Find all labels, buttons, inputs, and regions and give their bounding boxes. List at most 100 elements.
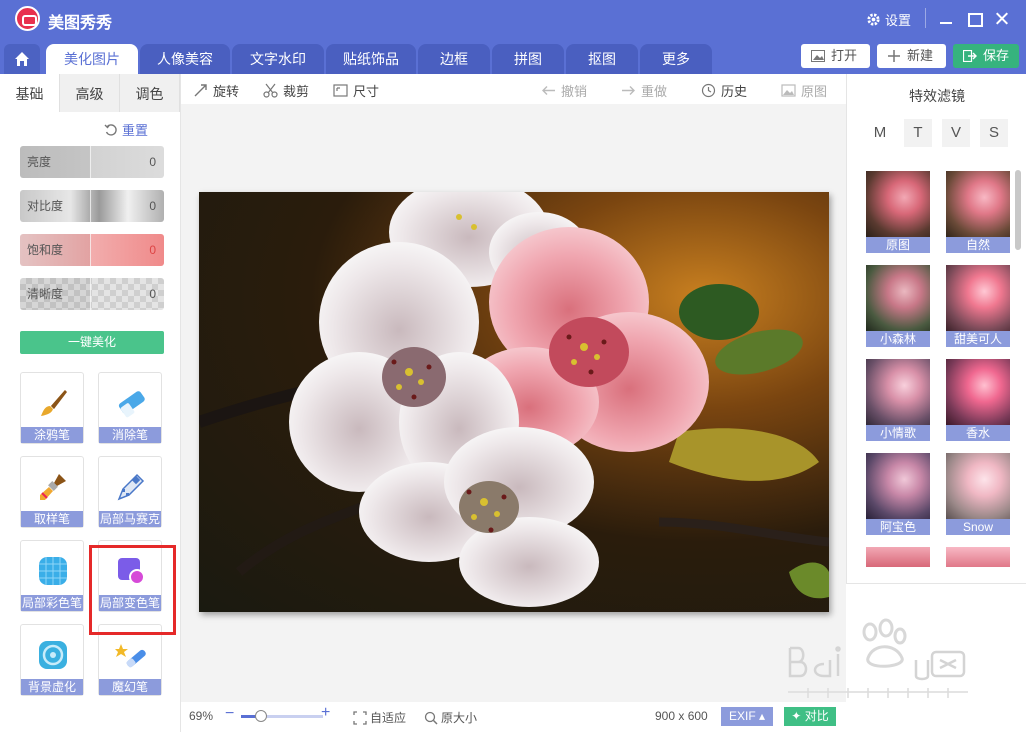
zoom-in-button[interactable]: + (321, 704, 330, 722)
scissors-icon (263, 83, 278, 98)
image-dimensions: 900 x 600 (655, 709, 708, 723)
saturation-label: 饱和度 (20, 234, 91, 266)
tab-beautify[interactable]: 美化图片 (46, 44, 138, 74)
tool-background-blur[interactable]: 背景虚化 (20, 624, 84, 696)
filter-sweet[interactable]: 甜美可人 (946, 265, 1010, 347)
history-button[interactable]: 历史 (701, 81, 747, 100)
gear-icon (867, 13, 880, 26)
close-button[interactable] (991, 8, 1013, 30)
tool-color-change-pen[interactable]: 局部变色笔 (98, 540, 162, 612)
tab-collage[interactable]: 拼图 (492, 44, 564, 74)
fit-label: 自适应 (370, 711, 407, 725)
filter-category-m[interactable]: M (866, 119, 894, 147)
exif-button[interactable]: EXIF ▴ (721, 707, 773, 726)
tool-brush[interactable]: 涂鸦笔 (20, 372, 84, 444)
one-key-beautify-button[interactable]: 一键美化 (20, 331, 164, 354)
filter-panel: 特效滤镜 M T V S 原图 自然 小森林 甜美可人 小情歌 香水 阿宝色 S… (846, 74, 1026, 584)
image-icon (781, 84, 796, 97)
open-button[interactable]: 打开 (801, 44, 870, 68)
contrast-label: 对比度 (20, 190, 91, 222)
undo-button[interactable]: 撤销 (541, 81, 587, 100)
tab-portrait[interactable]: 人像美容 (140, 44, 230, 74)
rotate-label: 旋转 (213, 84, 240, 99)
background-blur-icon (39, 641, 67, 669)
tab-more[interactable]: 更多 (640, 44, 712, 74)
tool-eraser[interactable]: 消除笔 (98, 372, 162, 444)
tab-stickers[interactable]: 贴纸饰品 (326, 44, 416, 74)
sample-brush-icon (40, 474, 66, 500)
filter-perfume[interactable]: 香水 (946, 359, 1010, 441)
tool-color-pen[interactable]: 局部彩色笔 (20, 540, 84, 612)
rotate-icon (194, 84, 207, 97)
rotate-button[interactable]: 旋转 (193, 81, 239, 100)
crop-button[interactable]: 裁剪 (263, 81, 309, 100)
canvas-area[interactable] (181, 104, 846, 702)
filter-label: 香水 (946, 425, 1010, 441)
new-label: 新建 (907, 48, 934, 63)
filter-label: 阿宝色 (866, 519, 930, 535)
reset-label: 重置 (122, 123, 149, 138)
tab-frames[interactable]: 边框 (418, 44, 490, 74)
tool-mosaic-pen[interactable]: 局部马赛克 (98, 456, 162, 528)
saturation-value: 0 (149, 243, 156, 257)
fit-to-window-button[interactable]: 自适应 (353, 709, 406, 726)
filter-original[interactable]: 原图 (866, 171, 930, 253)
eraser-icon (118, 391, 145, 418)
filter-forest[interactable]: 小森林 (866, 265, 930, 347)
size-button[interactable]: 尺寸 (333, 81, 379, 100)
zoom-slider-thumb[interactable] (255, 710, 268, 722)
tab-text-watermark[interactable]: 文字水印 (232, 44, 324, 74)
brightness-slider[interactable]: 亮度 0 (20, 146, 164, 178)
contrast-slider[interactable]: 对比度 0 (20, 190, 164, 222)
tool-sample-brush[interactable]: 取样笔 (20, 456, 84, 528)
filter-category-t[interactable]: T (904, 119, 932, 147)
zoom-slider[interactable] (241, 715, 323, 718)
magic-pen-icon (115, 644, 146, 668)
sharpness-slider[interactable]: 清晰度 0 (20, 278, 164, 310)
tab-cutout[interactable]: 抠图 (566, 44, 638, 74)
filter-thumbnail (866, 265, 930, 331)
maximize-button[interactable] (963, 8, 985, 30)
status-bar: 69% − + 自适应 原大小 900 x 600 EXIF ▴ ✦ 对比 (181, 702, 1026, 732)
original-size-button[interactable]: 原大小 (424, 709, 477, 726)
filter-snow[interactable]: Snow (946, 453, 1010, 535)
save-button[interactable]: 保存 (953, 44, 1019, 68)
filter-love-song[interactable]: 小情歌 (866, 359, 930, 441)
filter-more-row[interactable] (866, 547, 930, 567)
filter-thumbnail (866, 453, 930, 519)
home-icon (15, 52, 29, 66)
filter-abao[interactable]: 阿宝色 (866, 453, 930, 535)
tool-magic-pen[interactable]: 魔幻笔 (98, 624, 162, 696)
sub-tab-color[interactable]: 调色 (120, 74, 180, 112)
settings-button[interactable]: 设置 (866, 10, 911, 29)
home-button[interactable] (4, 44, 40, 74)
redo-icon (622, 86, 635, 95)
saturation-slider[interactable]: 饱和度 0 (20, 234, 164, 266)
filter-panel-title: 特效滤镜 (909, 88, 965, 104)
filter-category-v[interactable]: V (942, 119, 970, 147)
filter-label: 原图 (866, 237, 930, 253)
app-title: 美图秀秀 (48, 15, 113, 32)
compare-button[interactable]: ✦ 对比 (784, 707, 836, 726)
main-tab-bar: 美化图片 人像美容 文字水印 贴纸饰品 边框 拼图 抠图 更多 打开 新建 保存 (0, 38, 1026, 74)
filter-natural[interactable]: 自然 (946, 171, 1010, 253)
photo-canvas[interactable] (199, 192, 829, 612)
brightness-label: 亮度 (20, 146, 91, 178)
reset-button[interactable]: 重置 (104, 120, 148, 139)
redo-button[interactable]: 重做 (621, 81, 667, 100)
color-change-pen-icon (118, 558, 145, 585)
sub-tab-advanced[interactable]: 高级 (60, 74, 120, 112)
zoom-out-button[interactable]: − (225, 705, 234, 723)
new-button[interactable]: 新建 (877, 44, 946, 68)
flower-photo (199, 192, 829, 607)
filter-scrollbar[interactable] (1015, 170, 1021, 250)
crop-label: 裁剪 (283, 84, 310, 99)
original-button[interactable]: 原图 (781, 81, 827, 100)
filter-more-row[interactable] (946, 547, 1010, 567)
undo-label: 撤销 (561, 84, 588, 99)
sub-tab-basic[interactable]: 基础 (0, 74, 60, 112)
original-size-label: 原大小 (441, 711, 478, 725)
minimize-button[interactable] (935, 8, 957, 30)
filter-category-s[interactable]: S (980, 119, 1008, 147)
image-icon (811, 50, 825, 62)
